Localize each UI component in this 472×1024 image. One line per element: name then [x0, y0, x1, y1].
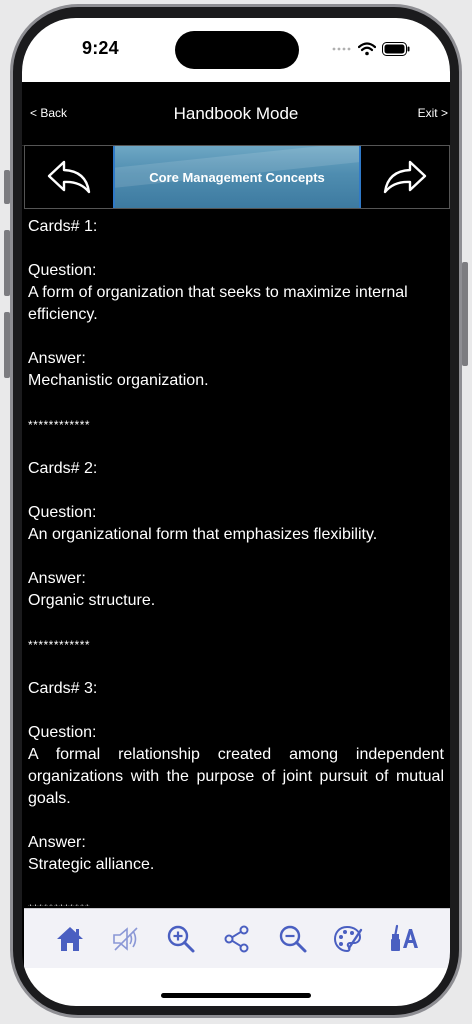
question-label: Question:	[28, 262, 97, 279]
card-separator: ************	[28, 638, 91, 652]
palette-icon	[334, 925, 363, 952]
card-separator: ************	[28, 418, 91, 432]
answer-label: Answer:	[28, 350, 86, 367]
speaker-mute-icon	[112, 926, 138, 951]
answer-text: Strategic alliance.	[28, 856, 155, 873]
question-label: Question:	[28, 504, 97, 521]
card-heading: Cards# 2:	[28, 460, 98, 477]
answer-text: Organic structure.	[28, 592, 156, 609]
card-item: Cards# 2: Question: An organizational fo…	[28, 458, 444, 656]
status-icons	[332, 41, 410, 57]
card-item: Cards# 3: Question: A formal relationshi…	[28, 678, 444, 906]
home-button[interactable]	[50, 919, 90, 959]
volume-down-button	[4, 312, 10, 378]
share-button[interactable]	[217, 919, 257, 959]
signal-icon	[332, 47, 351, 51]
answer-label: Answer:	[28, 834, 86, 851]
zoom-in-icon	[168, 925, 195, 952]
wifi-icon	[358, 42, 376, 56]
zoom-out-button[interactable]	[273, 919, 313, 959]
next-button[interactable]	[361, 146, 449, 208]
arrow-back-icon	[47, 160, 91, 194]
cards-content[interactable]: Cards# 1: Question: A form of organizati…	[28, 216, 444, 906]
card-heading: Cards# 1:	[28, 218, 98, 235]
home-indicator-area	[22, 968, 450, 1006]
status-time: 9:24	[82, 38, 119, 58]
answer-label: Answer:	[28, 570, 86, 587]
question-label: Question:	[28, 724, 97, 741]
card-heading: Cards# 3:	[28, 680, 98, 697]
silent-switch	[4, 170, 10, 204]
dynamic-island	[175, 31, 299, 69]
home-icon	[56, 926, 83, 951]
screen: 9:24 < Back Handbook Mode Exit > Core Ma…	[22, 18, 450, 1006]
deck-header: Core Management Concepts	[24, 145, 450, 209]
deck-title-banner: Core Management Concepts	[113, 146, 361, 208]
zoom-in-button[interactable]	[161, 919, 201, 959]
home-indicator[interactable]	[161, 993, 311, 998]
deck-title: Core Management Concepts	[149, 169, 325, 185]
exit-button[interactable]: Exit >	[418, 106, 448, 120]
question-text: An organizational form that emphasizes f…	[28, 526, 378, 543]
theme-button[interactable]	[328, 919, 368, 959]
power-button	[462, 262, 468, 366]
page-title: Handbook Mode	[173, 104, 299, 123]
font-button[interactable]	[384, 919, 424, 959]
arrow-forward-icon	[383, 160, 427, 194]
zoom-out-icon	[279, 925, 307, 952]
question-text: A formal relationship created among inde…	[28, 746, 444, 807]
battery-icon	[382, 42, 410, 56]
font-style-icon	[391, 924, 419, 951]
bottom-toolbar	[24, 908, 450, 968]
audio-button[interactable]	[106, 919, 146, 959]
card-item: Cards# 1: Question: A form of organizati…	[28, 216, 444, 436]
status-bar: 9:24	[22, 18, 450, 82]
card-separator: ************	[28, 898, 444, 906]
share-icon	[224, 925, 249, 952]
navigation-bar: < Back Handbook Mode Exit >	[22, 82, 450, 146]
volume-up-button	[4, 230, 10, 296]
question-text: A form of organization that seeks to max…	[28, 284, 408, 323]
answer-text: Mechanistic organization.	[28, 372, 209, 389]
previous-button[interactable]	[25, 146, 113, 208]
